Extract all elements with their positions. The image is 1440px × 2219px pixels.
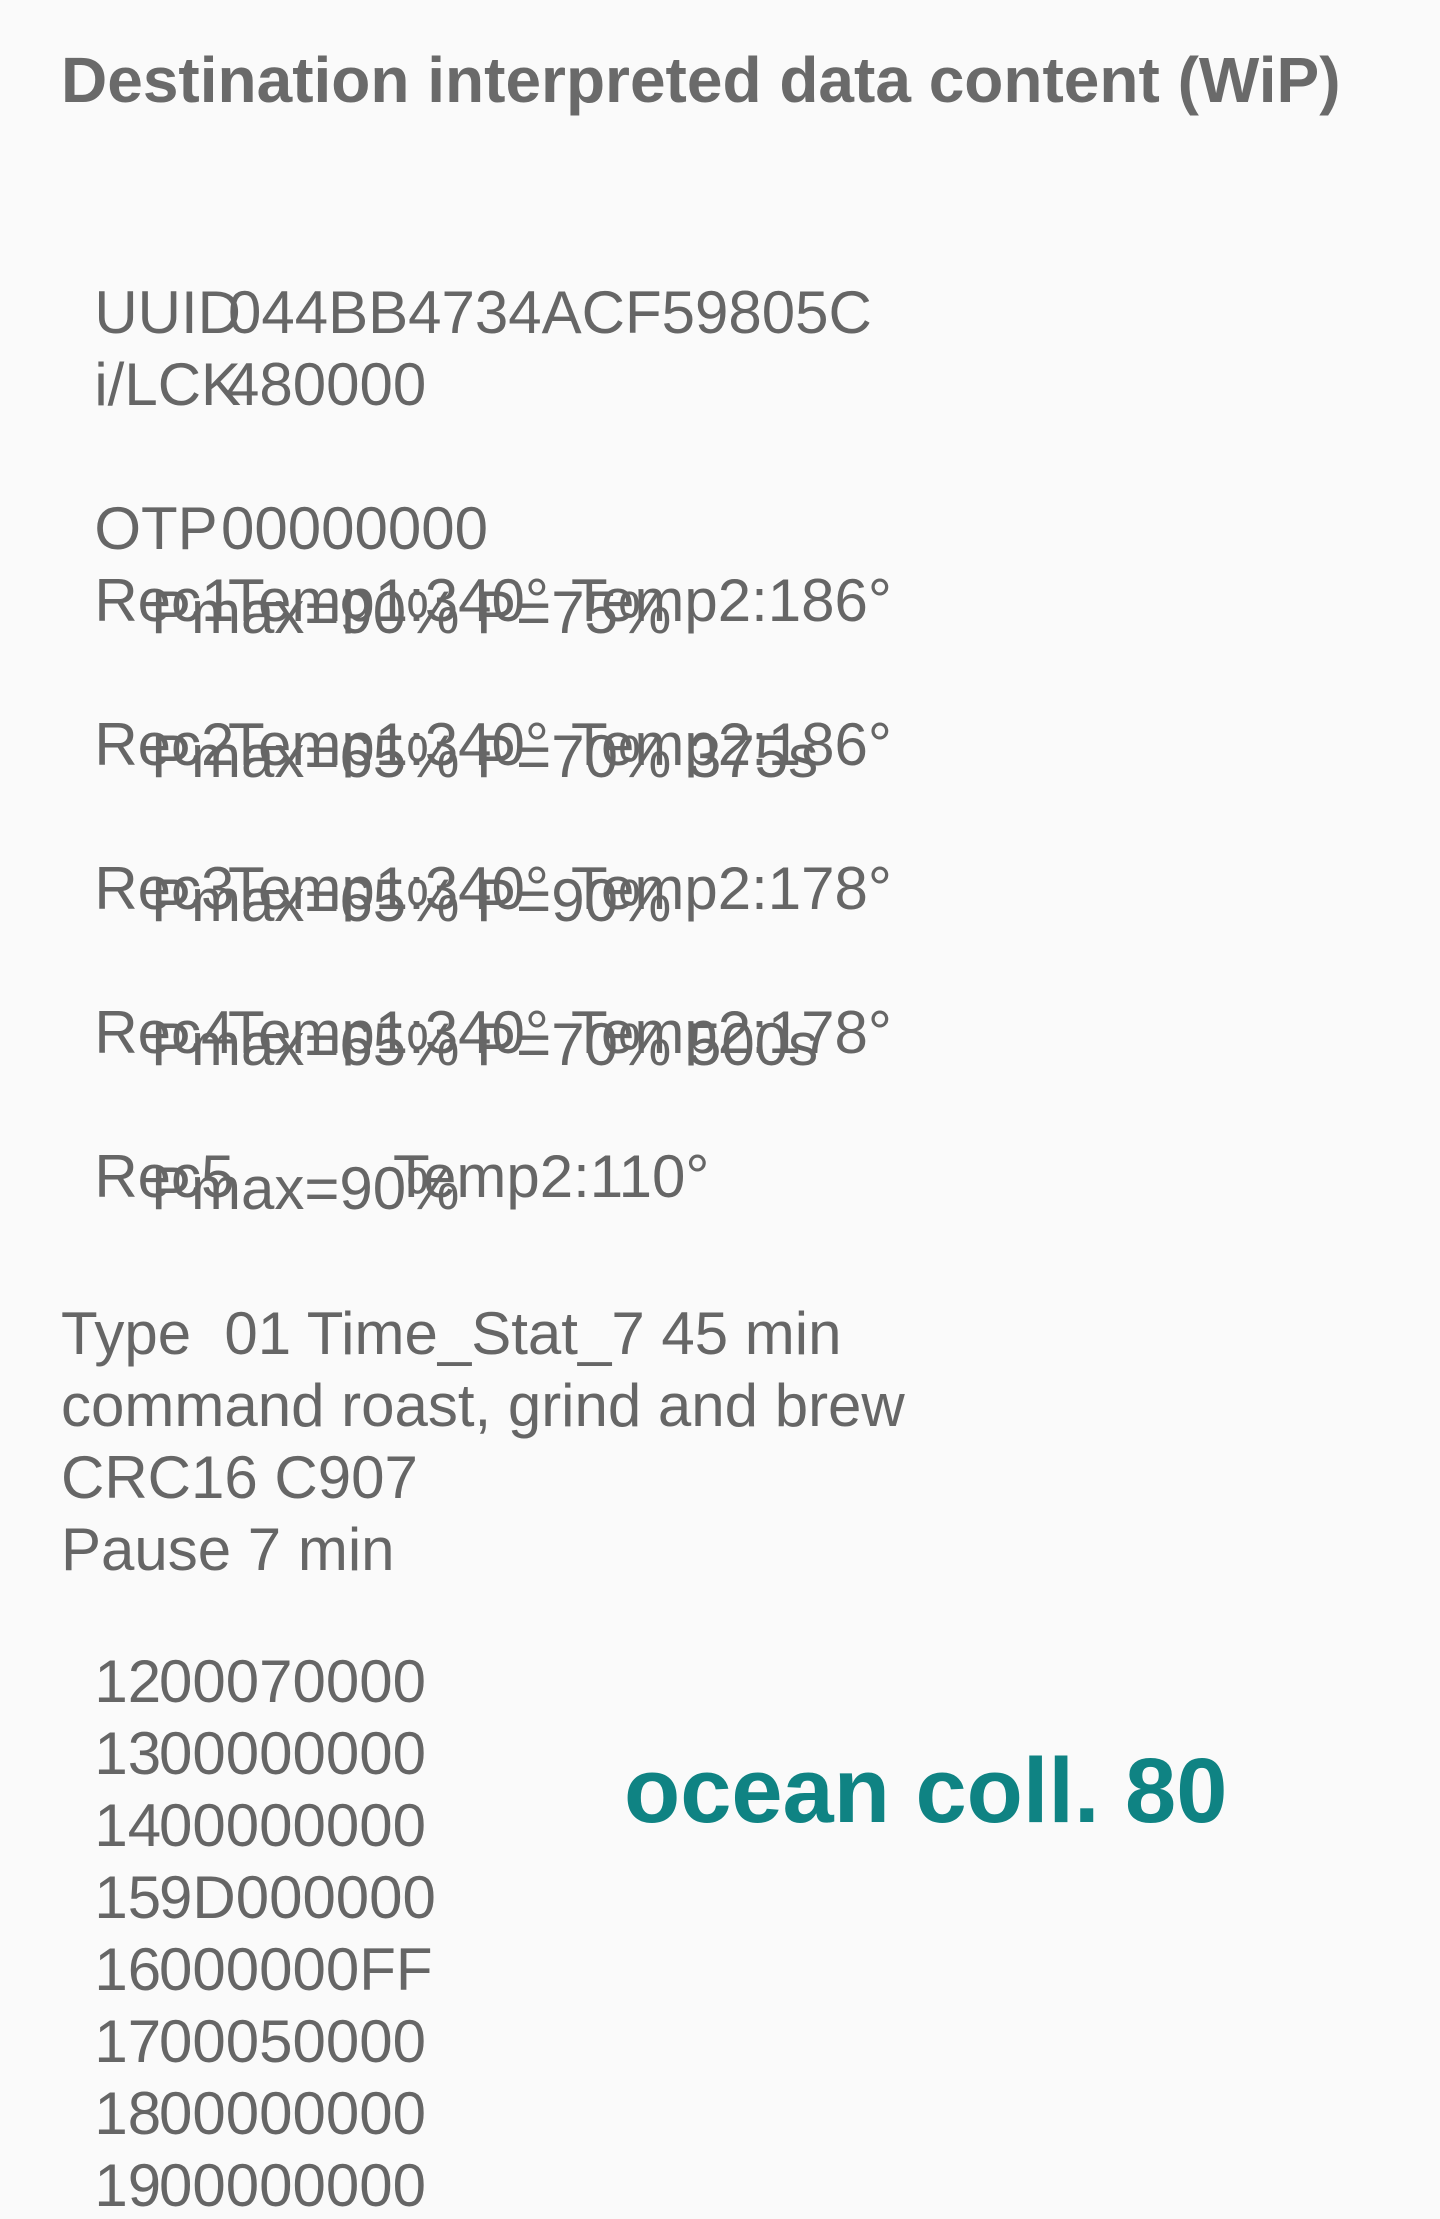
record-detail-1: Pmax=90% P=75%: [151, 579, 672, 646]
command-line: command roast, grind and brew: [61, 1372, 905, 1439]
lck-value: 480000: [226, 351, 427, 418]
uuid-value: 044BB4734ACF59805C: [228, 279, 872, 346]
register-index: 19: [94, 2152, 162, 2219]
record-detail-5: Pmax=90%: [151, 1155, 460, 1222]
register-value: 00000000: [159, 2080, 426, 2147]
register-value: 00000000: [159, 2152, 426, 2219]
pause-line: Pause 7 min: [61, 1516, 395, 1583]
record-detail-3: Pmax=65% P=90%: [151, 867, 672, 934]
lck-row: i/LCK 480000: [61, 295, 426, 418]
register-value: 00000000: [159, 1720, 426, 1787]
otp-value: 00000000: [221, 495, 488, 562]
page-title: Destination interpreted data content (Wi…: [61, 44, 1341, 116]
register-value: 00050000: [159, 2008, 426, 2075]
register-value: 000000FF: [159, 1936, 433, 2003]
record-detail-2: Pmax=65% P=70% 375s: [151, 723, 819, 790]
watermark-label: ocean coll. 80: [624, 1740, 1228, 1842]
lck-label: i/LCK: [94, 351, 242, 418]
type-line: Type 01 Time_Stat_7 45 min: [61, 1300, 842, 1367]
register-value: 00000000: [159, 1792, 426, 1859]
register-value: 9D000000: [159, 1864, 436, 1931]
record-detail-4: Pmax=65% P=70% 500s: [151, 1011, 819, 1078]
crc-line: CRC16 C907: [61, 1444, 418, 1511]
register-row: 19 00000000: [61, 2096, 426, 2219]
register-value: 00070000: [159, 1648, 426, 1715]
